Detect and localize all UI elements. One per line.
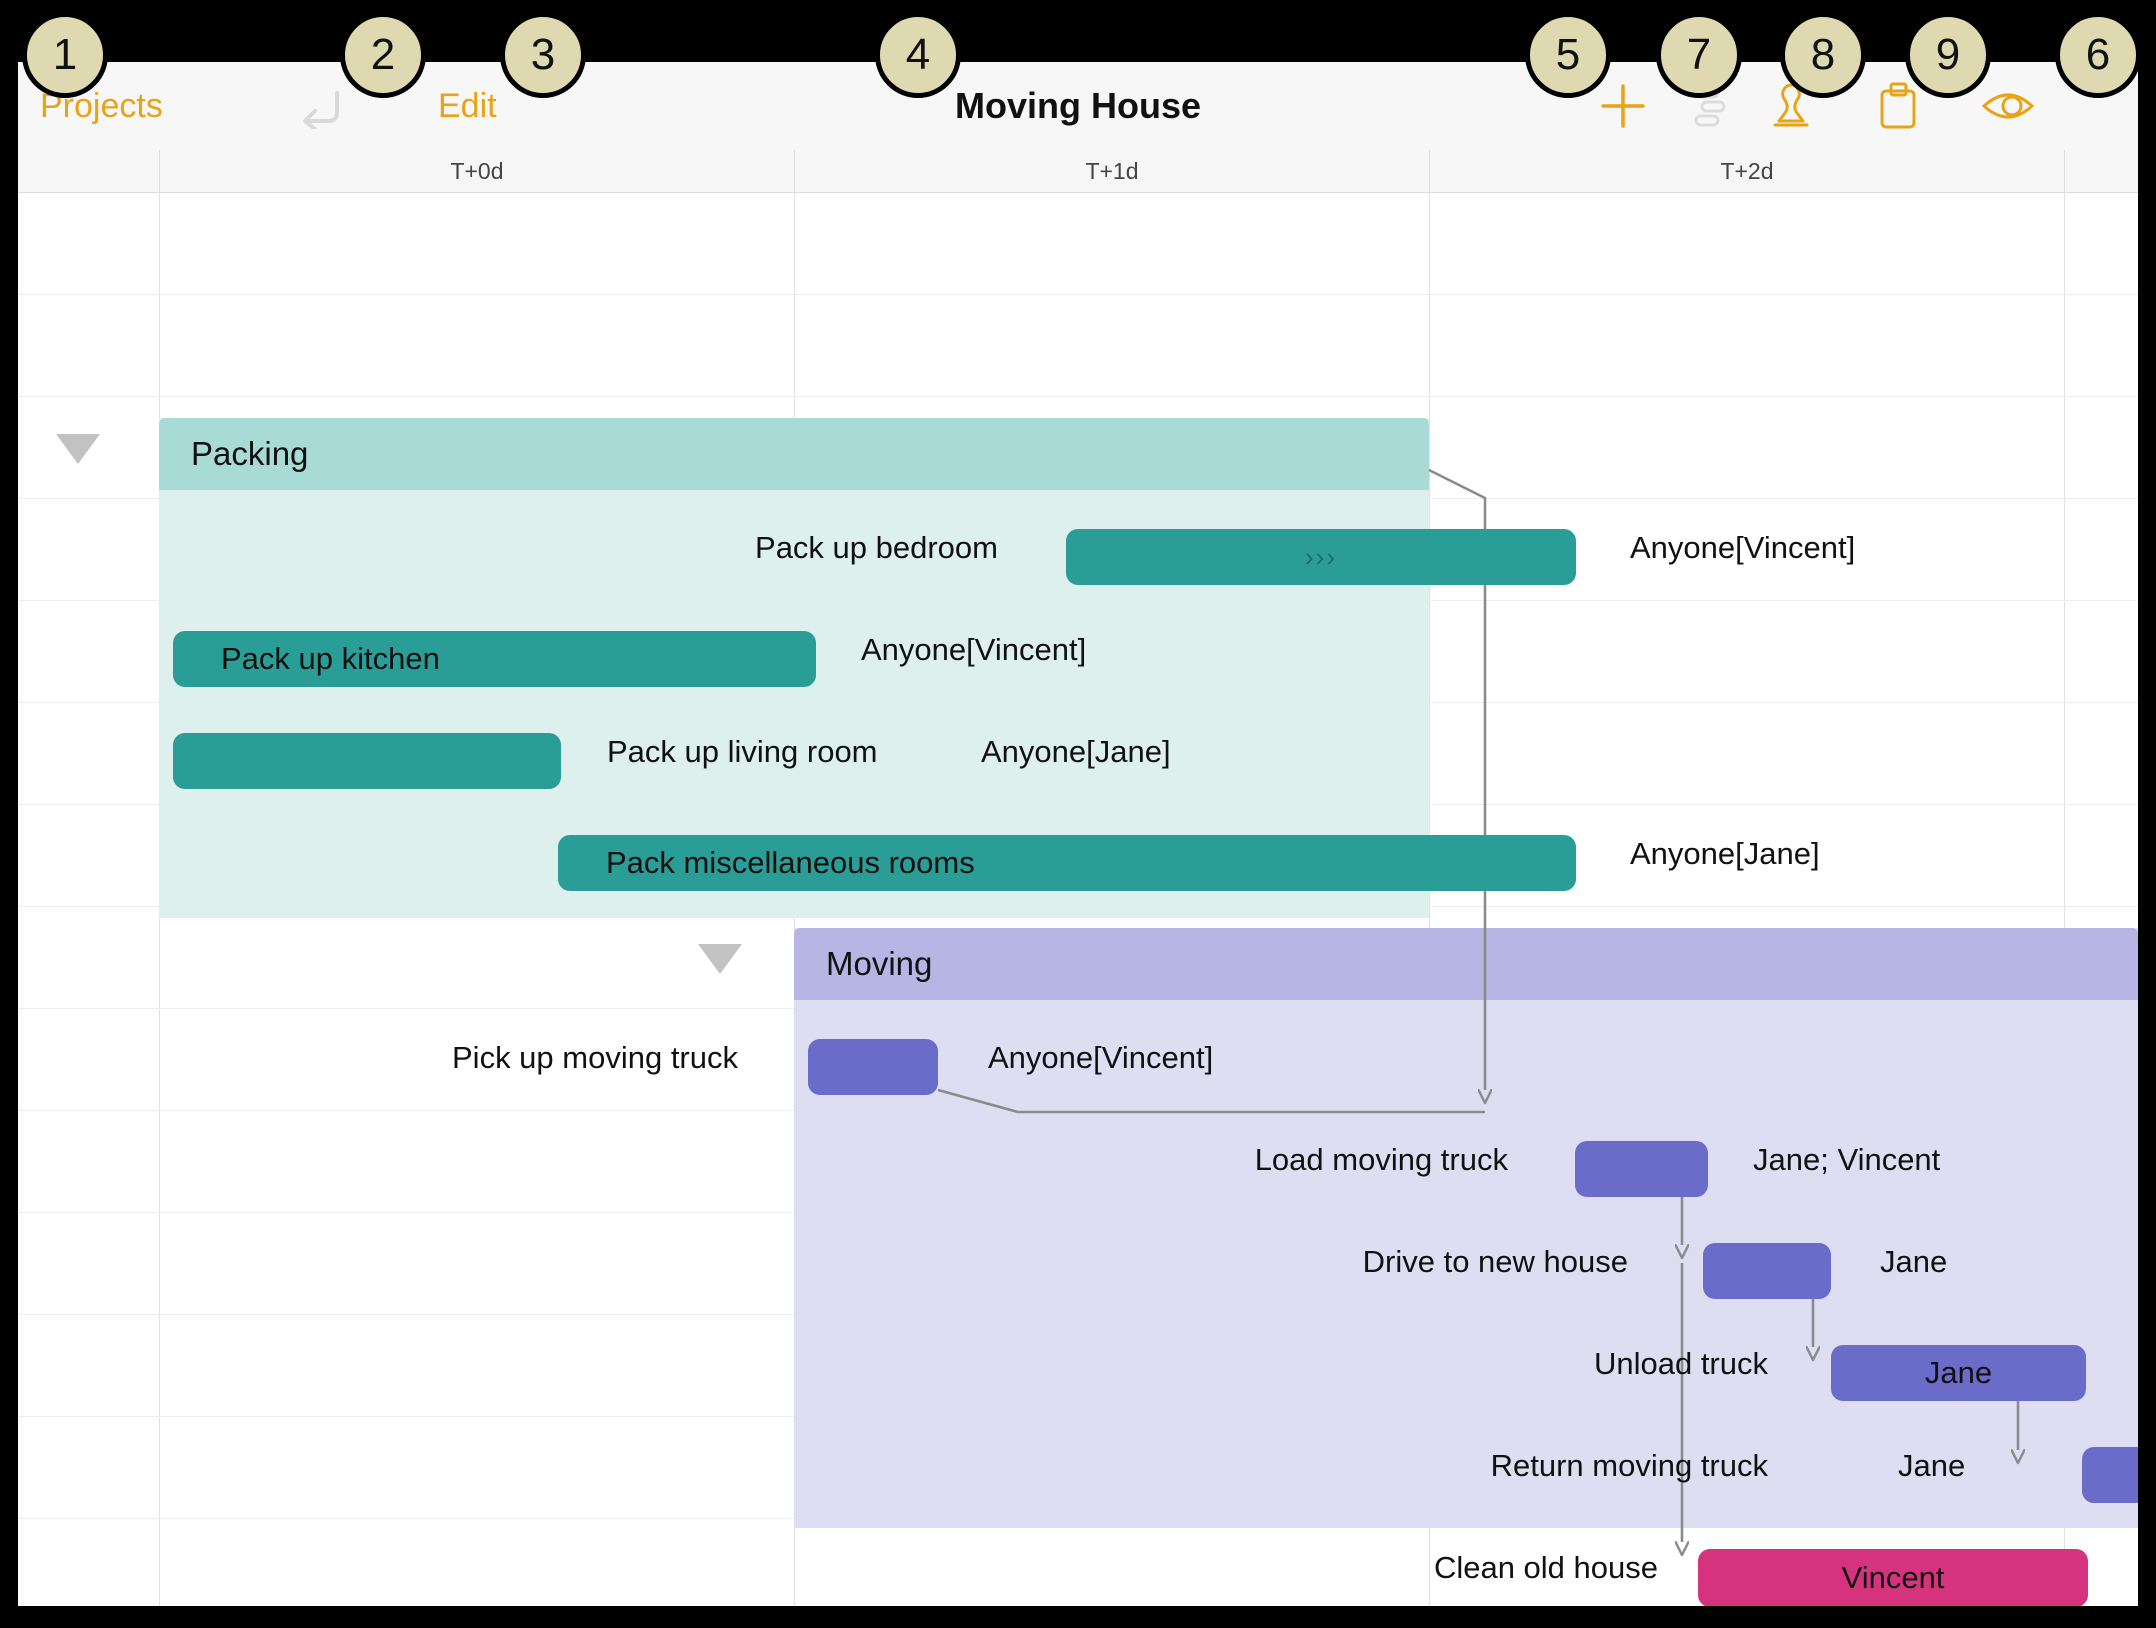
task-bar-pack-up-kitchen[interactable]: Pack up kitchen — [173, 631, 816, 687]
task-label-load-moving-truck[interactable]: Load moving truck — [898, 1137, 1508, 1183]
group-label-packing: Packing — [191, 435, 309, 472]
annotation-badge-9: 9 — [1905, 12, 1991, 98]
task-label-pick-up-moving-truck[interactable]: Pick up moving truck — [218, 1035, 738, 1081]
gridline-horizontal — [18, 396, 2138, 397]
group-header-moving[interactable]: Moving — [794, 928, 2138, 1000]
timeline-column-t3 — [2064, 150, 2138, 192]
clipboard-icon — [1880, 82, 1916, 129]
disclosure-triangle-packing[interactable] — [56, 434, 100, 464]
group-body-moving — [794, 928, 2138, 1528]
gantt-chart[interactable]: Packing Moving T+0d T+1d T+2d Pack up be… — [18, 150, 2138, 1606]
task-bar-load-moving-truck[interactable] — [1575, 1141, 1708, 1197]
task-resource-unload-truck: Jane — [1924, 1355, 1993, 1390]
task-resource-pack-up-kitchen[interactable]: Anyone[Vincent] — [861, 627, 1086, 673]
task-resource-pick-up-moving-truck[interactable]: Anyone[Vincent] — [988, 1035, 1213, 1081]
disclosure-triangle-moving[interactable] — [698, 944, 742, 974]
screen: Projects Edit Moving House Packing Movin… — [0, 0, 2156, 1628]
annotation-badge-6: 6 — [2055, 12, 2141, 98]
task-bar-return-moving-truck[interactable] — [2082, 1447, 2138, 1503]
task-resource-load-moving-truck[interactable]: Jane; Vincent — [1753, 1137, 1940, 1183]
task-label-pack-up-kitchen: Pack up kitchen — [221, 641, 440, 676]
task-progress-marker-pack-up-bedroom: ››› — [1305, 541, 1337, 572]
timeline-column-t1: T+1d — [794, 150, 1429, 192]
task-resource-pack-up-living-room[interactable]: Anyone[Jane] — [981, 729, 1171, 775]
task-resource-clean-old-house: Vincent — [1841, 1560, 1945, 1595]
plus-icon — [1601, 84, 1645, 128]
task-label-pack-up-bedroom[interactable]: Pack up bedroom — [418, 525, 998, 571]
task-label-unload-truck[interactable]: Unload truck — [1198, 1341, 1768, 1387]
annotation-badge-8: 8 — [1780, 12, 1866, 98]
task-bar-pack-miscellaneous-rooms[interactable]: Pack miscellaneous rooms — [558, 835, 1576, 891]
annotation-badge-3: 3 — [500, 12, 586, 98]
task-bar-unload-truck[interactable]: Jane — [1831, 1345, 2086, 1401]
timeline-column-t0: T+0d — [159, 150, 794, 192]
task-label-drive-to-new-house[interactable]: Drive to new house — [998, 1239, 1628, 1285]
task-label-return-moving-truck[interactable]: Return moving truck — [1198, 1443, 1768, 1489]
eye-icon — [1981, 93, 2035, 119]
task-label-clean-old-house[interactable]: Clean old house — [1018, 1545, 1658, 1591]
gridline-horizontal — [18, 294, 2138, 295]
task-resource-pack-miscellaneous-rooms[interactable]: Anyone[Jane] — [1630, 831, 1820, 877]
task-resource-drive-to-new-house[interactable]: Jane — [1880, 1239, 1947, 1285]
task-label-pack-up-living-room[interactable]: Pack up living room — [607, 729, 878, 775]
task-bar-drive-to-new-house[interactable] — [1703, 1243, 1831, 1299]
annotation-badge-7: 7 — [1656, 12, 1742, 98]
annotation-badge-4: 4 — [875, 12, 961, 98]
annotation-badge-1: 1 — [22, 12, 108, 98]
timeline-header: T+0d T+1d T+2d — [18, 150, 2138, 193]
task-bar-clean-old-house[interactable]: Vincent — [1698, 1549, 2088, 1606]
task-bar-pack-up-bedroom[interactable]: ››› — [1066, 529, 1576, 585]
annotation-badge-5: 5 — [1525, 12, 1611, 98]
task-label-pack-miscellaneous-rooms: Pack miscellaneous rooms — [606, 845, 975, 880]
task-resource-return-moving-truck[interactable]: Jane — [1898, 1443, 1965, 1489]
timeline-column-t2: T+2d — [1429, 150, 2064, 192]
task-bar-pick-up-moving-truck[interactable] — [808, 1039, 938, 1095]
annotation-badge-2: 2 — [340, 12, 426, 98]
group-header-packing[interactable]: Packing — [159, 418, 1429, 490]
group-label-moving: Moving — [826, 945, 933, 982]
app-window: Projects Edit Moving House Packing Movin… — [18, 62, 2138, 1606]
task-resource-pack-up-bedroom[interactable]: Anyone[Vincent] — [1630, 525, 1855, 571]
task-bar-pack-up-living-room[interactable] — [173, 733, 561, 789]
